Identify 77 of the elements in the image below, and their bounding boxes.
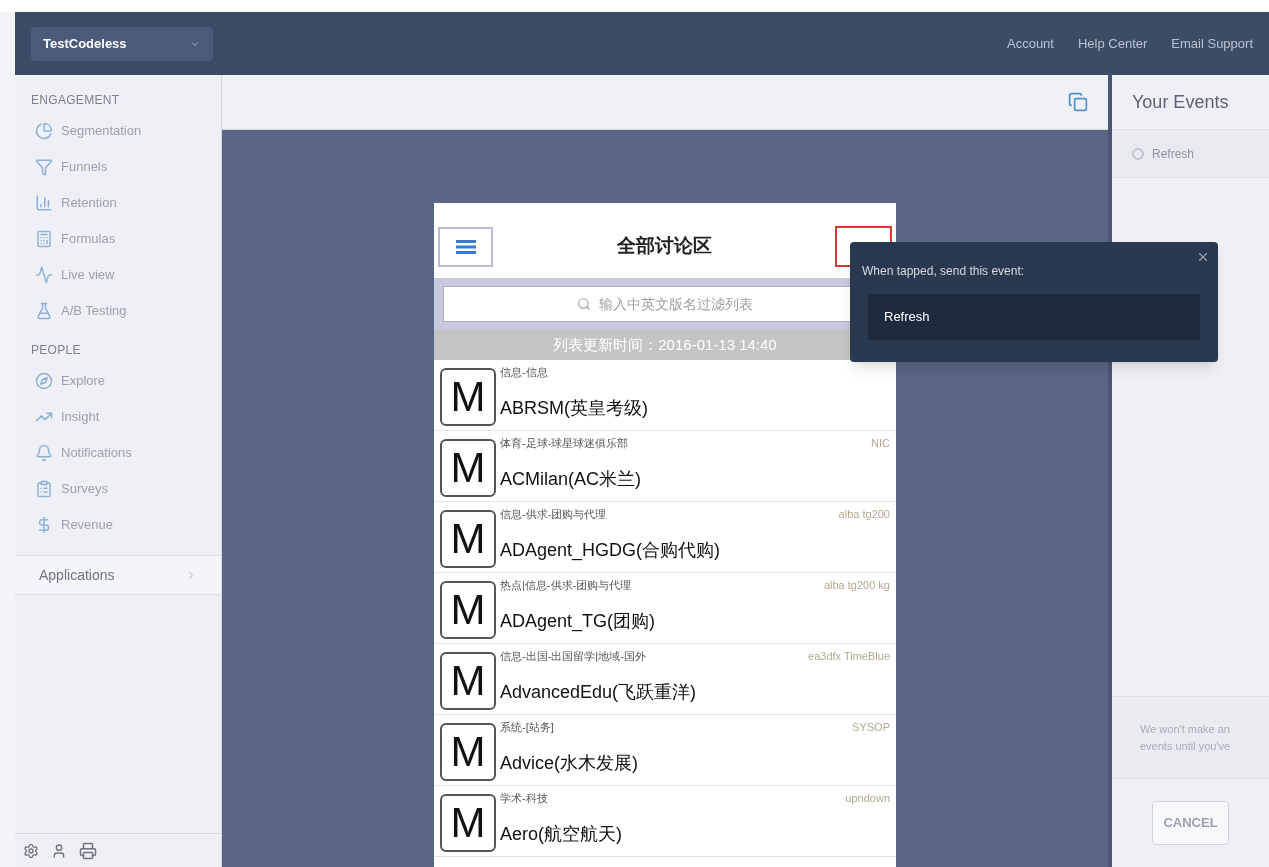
board-badge: M	[440, 368, 496, 426]
board-badge: M	[440, 439, 496, 497]
board-row[interactable]: M 系统-[站务] SYSOP Advice(水木发展)	[434, 715, 896, 786]
board-row[interactable]: M 信息-供求-团购与代理 alba tg200 ADAgent_HGDG(合购代购)	[434, 502, 896, 573]
menu-button[interactable]	[438, 226, 493, 267]
board-badge: M	[440, 510, 496, 568]
menu-icon	[455, 239, 476, 254]
event-item[interactable]: Refresh	[1112, 130, 1269, 178]
section-heading: ENGAGEMENT	[30, 92, 121, 109]
board-category: 体育-足球-球星球迷俱乐部	[500, 436, 629, 451]
board-owner: NIC	[871, 436, 890, 451]
event-choice[interactable]: Refresh	[868, 294, 1200, 340]
sidebar-item[interactable]: Retention	[15, 185, 221, 221]
sidebar-item[interactable]: Revenue	[15, 507, 221, 543]
board-name: AdvancedEdu(飞跃重洋)	[500, 681, 698, 704]
settings-icon[interactable]	[23, 842, 39, 859]
popup-prompt: When tapped, send this event:	[862, 263, 1026, 280]
flask-icon	[35, 302, 53, 320]
board-name: ADAgent_HGDG(合购代购)	[500, 539, 722, 563]
calculator-icon	[35, 230, 53, 248]
board-badge: M	[440, 794, 496, 852]
board-badge: M	[440, 581, 496, 639]
board-row[interactable]: M 学术-科技 upndown Aero(航空航天)	[434, 786, 896, 857]
bell-icon	[35, 444, 53, 462]
pie-chart-icon	[35, 122, 53, 140]
sidebar-item[interactable]: Surveys	[15, 471, 221, 507]
board-category: 信息-信息	[500, 365, 548, 380]
sidebar-item[interactable]: Live view	[15, 257, 221, 293]
applications-item[interactable]: Applications	[15, 555, 221, 595]
board-name: Advice(水木发展)	[500, 752, 639, 775]
board-badge: M	[440, 723, 496, 781]
board-owner: alba tg200 kg	[823, 578, 890, 593]
search-icon	[577, 297, 591, 311]
board-badge: M	[440, 652, 496, 710]
sidebar-item[interactable]: Formulas	[15, 221, 221, 257]
user-icon[interactable]	[51, 842, 67, 859]
board-category: 信息-出国-出国留学|地域-国外	[500, 649, 646, 664]
funnel-icon	[35, 158, 53, 176]
board-name: ADAgent_TG(团购)	[500, 610, 657, 634]
sidebar-item[interactable]: Segmentation	[15, 113, 221, 149]
sidebar-item[interactable]: Explore	[15, 363, 221, 399]
board-category: 系统-[站务]	[500, 720, 554, 735]
board-row[interactable]: M 热点|信息-供求-团购与代理 alba tg200 kg ADAgent_TG(团购)	[434, 573, 896, 644]
screen-title: 全部讨论区	[616, 234, 712, 259]
board-row[interactable]: M 体育-足球-球星球迷俱乐部 NIC ACMilan(AC米兰)	[434, 431, 896, 502]
board-owner: ea3dfx TimeBlue	[808, 649, 890, 664]
sidebar-item[interactable]: A/B Testing	[15, 293, 221, 329]
board-category: 信息-供求-团购与代理	[500, 507, 607, 522]
panel-note: events until you've	[1140, 738, 1232, 754]
top-link[interactable]: Account	[1007, 33, 1054, 54]
section-heading: PEOPLE	[30, 342, 82, 359]
app-switcher[interactable]: TestCodeless	[31, 26, 213, 61]
board-row[interactable]: M 信息-出国-出国留学|地域-国外 ea3dfx TimeBlue AdvancedEdu(飞跃重洋)	[434, 644, 896, 715]
sidebar-item[interactable]: Funnels	[15, 149, 221, 185]
top-link[interactable]: Email Support	[1171, 33, 1253, 54]
bar-chart-icon	[35, 194, 53, 212]
pulse-icon	[35, 266, 53, 284]
printer-icon[interactable]	[79, 841, 97, 860]
sidebar-item[interactable]: Notifications	[15, 435, 221, 471]
board-name: Aero(航空航天)	[500, 823, 623, 846]
clipboard-icon	[35, 480, 53, 498]
compass-icon	[35, 372, 53, 390]
close-button[interactable]	[1196, 250, 1210, 264]
board-category: 学术-科技	[500, 791, 548, 806]
cancel-button[interactable]: CANCEL	[1152, 801, 1229, 845]
top-link[interactable]: Help Center	[1077, 33, 1148, 54]
board-owner: alba tg200	[838, 507, 890, 522]
board-name: ACMilan(AC米兰)	[500, 468, 642, 491]
panel-note: We won't make an	[1140, 722, 1231, 737]
board-owner: upndown	[845, 791, 890, 806]
radio-icon	[1132, 147, 1144, 160]
board-owner: SYSOP	[852, 720, 890, 735]
board-category: 热点|信息-供求-团购与代理	[500, 578, 632, 593]
pop-out-icon[interactable]	[1068, 92, 1088, 112]
close-icon	[1196, 250, 1210, 264]
board-name: ABRSM(英皇考级)	[500, 397, 649, 420]
sidebar-item[interactable]: Insight	[15, 399, 221, 435]
